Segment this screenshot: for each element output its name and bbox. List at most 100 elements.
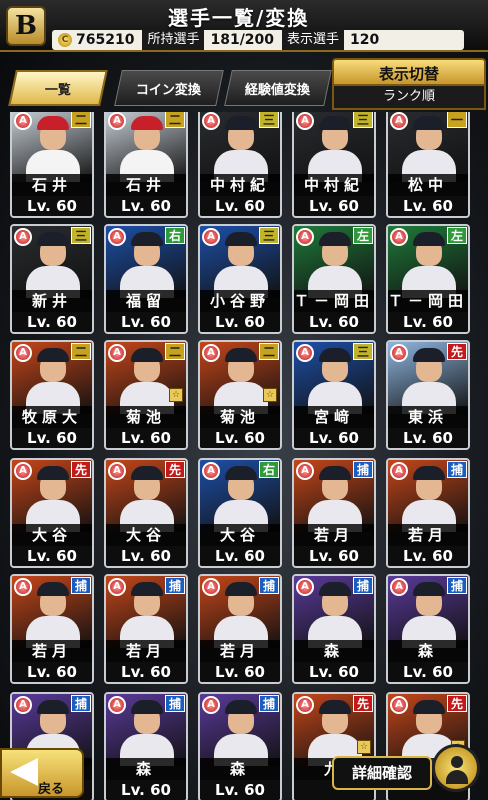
player-name: 森	[388, 640, 468, 662]
player-card[interactable]: A 一松中 Lv. 60	[386, 112, 470, 218]
player-card[interactable]: A 捕若月 Lv. 60	[386, 458, 470, 568]
profile-body-shape	[446, 770, 468, 784]
player-cap	[319, 348, 351, 362]
tab-bar: 一覧 コイン変換 経験値変換 表示切替 ランク順	[0, 56, 488, 110]
player-level: Lv. 60	[200, 196, 280, 216]
owned-players-label: 所持選手	[142, 30, 205, 50]
player-cap	[131, 348, 163, 362]
player-card[interactable]: A 捕森 Lv. 60	[198, 692, 282, 800]
player-level: Lv. 60	[106, 312, 186, 332]
rank-a-icon: A	[390, 462, 408, 480]
player-card[interactable]: A 三小谷野 Lv. 60	[198, 224, 282, 334]
player-name: 若月	[294, 524, 374, 546]
detail-confirm-button[interactable]: 詳細確認	[332, 756, 432, 790]
player-name: 菊池	[106, 406, 186, 428]
rank-a-icon: A	[14, 696, 32, 714]
back-button[interactable]: 戻る	[0, 748, 84, 798]
player-card[interactable]: A 三中村紀 Lv. 60	[292, 112, 376, 218]
rank-a-icon: A	[14, 112, 32, 130]
tab-coin-convert[interactable]: コイン変換	[114, 70, 224, 106]
tab-list[interactable]: 一覧	[8, 70, 108, 106]
position-badge: 捕	[71, 695, 91, 712]
rank-a-icon: A	[14, 344, 32, 362]
player-card[interactable]: A 右大谷 Lv. 60	[198, 458, 282, 568]
player-name: Ｔ－岡田	[294, 290, 375, 312]
player-level: Lv. 60	[388, 662, 468, 682]
player-cap	[225, 116, 257, 130]
player-profile-icon[interactable]	[432, 744, 480, 792]
player-card[interactable]: A 二牧原大 Lv. 60	[10, 340, 94, 450]
team-logo-letter: B	[15, 11, 37, 41]
player-card[interactable]: A 捕森 Lv. 60	[386, 574, 470, 684]
rank-a-icon: A	[202, 578, 220, 596]
player-cap	[225, 582, 257, 596]
player-card[interactable]: A 捕若月 Lv. 60	[198, 574, 282, 684]
rank-a-icon: A	[202, 696, 220, 714]
position-badge: 一	[447, 112, 467, 128]
player-card[interactable]: A 三宮﨑 Lv. 60	[292, 340, 376, 450]
back-button-label: 戻る	[38, 782, 65, 797]
player-name: 菊池	[200, 406, 280, 428]
player-level: Lv. 60	[200, 546, 280, 566]
player-cap	[319, 466, 351, 480]
position-badge: 二	[71, 343, 91, 360]
player-card[interactable]: A 先大谷 Lv. 60	[104, 458, 188, 568]
player-level: Lv. 60	[294, 428, 374, 448]
team-logo: B	[6, 6, 46, 46]
player-name: 若月	[200, 640, 280, 662]
position-badge: 二	[165, 343, 185, 360]
tab-exp-convert[interactable]: 経験値変換	[224, 70, 332, 106]
player-card[interactable]: A 三中村紀 Lv. 60	[198, 112, 282, 218]
player-card[interactable]: A 捕森 Lv. 60	[104, 692, 188, 800]
rank-a-icon: A	[14, 462, 32, 480]
player-name: 森	[106, 758, 186, 780]
display-players-label: 表示選手	[282, 30, 345, 50]
sort-toggle[interactable]: 表示切替 ランク順	[332, 58, 486, 112]
player-cap	[225, 232, 257, 246]
player-card[interactable]: A 先東浜 Lv. 60	[386, 340, 470, 450]
rank-a-icon: A	[296, 112, 314, 130]
player-name: Ｔ－岡田	[388, 290, 469, 312]
player-card[interactable]: A 捕若月 Lv. 60	[292, 458, 376, 568]
player-level: Lv. 60	[294, 196, 374, 216]
position-badge: 二	[71, 112, 91, 128]
player-level: Lv. 60	[200, 428, 280, 448]
player-name: 石井	[106, 174, 186, 196]
rank-a-icon: A	[296, 228, 314, 246]
player-cap	[37, 348, 69, 362]
player-cap	[131, 700, 163, 714]
player-name: 石井	[12, 174, 92, 196]
player-card[interactable]: A 二 ☆ 菊池 Lv. 60	[104, 340, 188, 450]
player-name: 大谷	[106, 524, 186, 546]
back-arrow-icon	[10, 758, 38, 786]
header-bar: B 選手一覧/変換 C 765210 所持選手 181/200 表示選手 120	[0, 0, 488, 52]
sort-toggle-value: ランク順	[332, 86, 486, 110]
player-level: Lv. 60	[12, 428, 92, 448]
player-card[interactable]: A 捕若月 Lv. 60	[10, 574, 94, 684]
player-card[interactable]: A 捕森 Lv. 60	[292, 574, 376, 684]
position-badge: 捕	[447, 461, 467, 478]
player-name: 宮﨑	[294, 406, 374, 428]
player-card[interactable]: A 先大谷 Lv. 60	[10, 458, 94, 568]
rank-a-icon: A	[390, 112, 408, 130]
player-card[interactable]: A 三新井 Lv. 60	[10, 224, 94, 334]
player-card[interactable]: A 二石井 Lv. 60	[10, 112, 94, 218]
position-badge: 三	[353, 112, 373, 128]
player-name: 大谷	[200, 524, 280, 546]
player-card[interactable]: A 捕若月 Lv. 60	[104, 574, 188, 684]
player-card[interactable]: A 左 Ｔ－岡田 Lv. 60	[292, 224, 376, 334]
stats-bar: C 765210 所持選手 181/200 表示選手 120	[52, 30, 464, 50]
player-cap	[225, 466, 257, 480]
player-level: Lv. 60	[106, 662, 186, 682]
owned-players-value: 181/200	[210, 32, 275, 48]
player-cap	[131, 232, 163, 246]
player-card[interactable]: A 二石井 Lv. 60	[104, 112, 188, 218]
rank-a-icon: A	[296, 578, 314, 596]
player-card[interactable]: A 右福留 Lv. 60	[104, 224, 188, 334]
player-card[interactable]: A 左 Ｔ－岡田 Lv. 60	[386, 224, 470, 334]
rank-a-icon: A	[296, 344, 314, 362]
coin-icon: C	[58, 33, 72, 47]
player-card[interactable]: A 二 ☆ 菊池 Lv. 60	[198, 340, 282, 450]
rank-a-icon: A	[390, 344, 408, 362]
player-name: 森	[294, 640, 374, 662]
